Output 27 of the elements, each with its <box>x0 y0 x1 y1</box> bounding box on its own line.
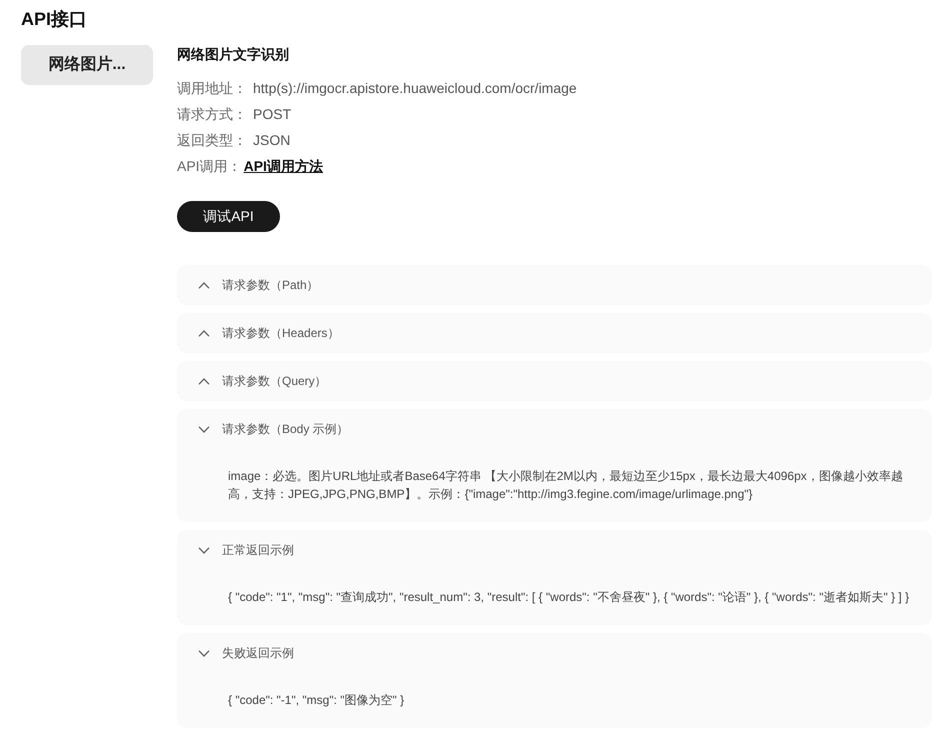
page-title: API接口 <box>21 8 88 31</box>
section-body-text: { "code": "-1", "msg": "图像为空" } <box>228 692 406 709</box>
sidebar-tab[interactable]: 网络图片... <box>21 45 153 85</box>
section-body-text: image：必选。图片URL地址或者Base64字符串 【大小限制在2M以内，最短边至少15px，最长边最大4096px，图像越小效率越高，支持：JPEG,JPG,PNG,BMP】。示例：{"image":"http://img3.fegine.com/image/urlimage.png"} <box>228 468 904 503</box>
chevron-down-icon <box>198 426 210 432</box>
chevron-up-icon <box>198 330 210 336</box>
field-value: JSON <box>253 130 290 150</box>
chevron-up-icon <box>198 282 210 288</box>
field-value: http(s)://imgocr.apistore.huaweicloud.com/ocr/image <box>253 78 577 98</box>
chevron-down-icon <box>198 546 210 554</box>
accordion-header[interactable]: 请求参数（Query） <box>177 361 932 401</box>
field-label: 请求方式： <box>177 104 247 124</box>
chevron-up-icon <box>198 378 210 384</box>
accordion-header[interactable]: 请求参数（Body 示例） <box>177 409 932 449</box>
field-label: 返回类型： <box>177 130 247 150</box>
api-call-link[interactable]: API调用方法 <box>244 156 323 176</box>
accordion-header[interactable]: 请求参数（Headers） <box>177 313 932 353</box>
section-body-text: { "code": "1", "msg": "查询成功", "result_num": 3, "result": [ { "words": "不舍昼夜" }, { "words": "论语" }, { "words": "逝者如斯夫" } ] } <box>228 589 910 606</box>
api-name: 网络图片文字识别 <box>177 45 290 64</box>
chevron-down-icon <box>198 650 210 656</box>
field-value: POST <box>253 104 292 124</box>
test-api-button[interactable]: 调试API <box>177 201 280 232</box>
accordion-header[interactable]: 正常返回示例 <box>177 530 932 570</box>
accordion-header[interactable]: 请求参数（Path） <box>177 265 932 305</box>
field-label: 调用地址： <box>177 78 247 98</box>
field-label: API调用： <box>177 156 242 176</box>
accordion-header[interactable]: 失败返回示例 <box>177 633 932 673</box>
